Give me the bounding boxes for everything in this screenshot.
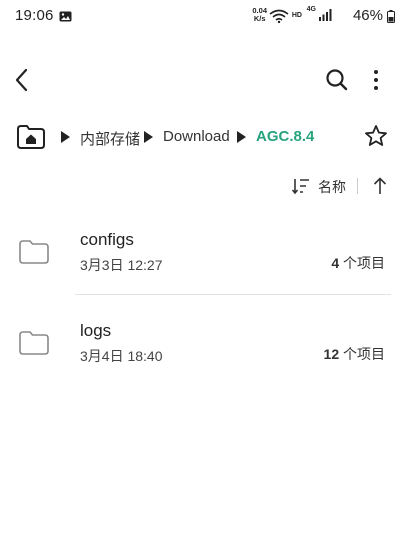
status-time: 19:06 bbox=[15, 7, 54, 24]
gallery-icon bbox=[59, 9, 72, 26]
breadcrumb-item-current[interactable]: AGC.8.4 bbox=[256, 128, 314, 145]
net-speed: 0.04 K/s bbox=[252, 7, 267, 23]
status-bar: 19:06 0.04 K/s HD 4G 46% bbox=[0, 0, 409, 32]
network-type: 4G bbox=[306, 6, 316, 13]
battery-level: 46% bbox=[352, 7, 383, 24]
hd-badge: HD bbox=[291, 12, 302, 19]
item-count-number: 4 bbox=[331, 255, 340, 271]
more-options-button[interactable] bbox=[366, 67, 386, 93]
sort-by-name-button[interactable]: 名称 bbox=[318, 177, 346, 197]
file-manager-screen: 19:06 0.04 K/s HD 4G 46% 内部存储 Download A… bbox=[0, 0, 409, 537]
search-button[interactable] bbox=[324, 67, 350, 93]
sort-direction-button[interactable] bbox=[372, 176, 388, 201]
list-item-logs[interactable]: logs 3月4日 18:40 12 个项目 bbox=[0, 313, 409, 381]
breadcrumb-separator-icon bbox=[61, 131, 70, 143]
item-count-suffix: 个项目 bbox=[339, 346, 385, 362]
sort-bar: 名称 bbox=[0, 172, 409, 200]
home-folder-icon[interactable] bbox=[16, 124, 46, 155]
file-name: configs bbox=[80, 230, 134, 249]
item-count-number: 12 bbox=[323, 346, 340, 362]
item-count: 4 个项目 bbox=[331, 253, 385, 273]
star-icon bbox=[365, 125, 387, 146]
item-count: 12 个项目 bbox=[324, 344, 385, 364]
breadcrumb: 内部存储 Download AGC.8.4 bbox=[14, 122, 394, 154]
arrow-up-icon bbox=[373, 177, 387, 194]
file-date: 3月3日 12:27 bbox=[80, 257, 163, 273]
chevron-left-icon bbox=[15, 68, 28, 92]
list-divider bbox=[75, 294, 391, 295]
folder-icon bbox=[18, 330, 50, 361]
file-name: logs bbox=[80, 321, 112, 340]
sort-divider bbox=[357, 178, 358, 194]
wifi-icon bbox=[269, 9, 289, 27]
file-date: 3月4日 18:40 bbox=[80, 348, 163, 364]
net-speed-unit: K/s bbox=[253, 14, 266, 23]
breadcrumb-separator-icon bbox=[237, 131, 246, 143]
breadcrumb-item-download[interactable]: Download bbox=[163, 128, 230, 145]
signal-icon bbox=[318, 8, 332, 26]
sort-icon[interactable] bbox=[291, 177, 311, 200]
breadcrumb-item-internal-storage[interactable]: 内部存储 bbox=[80, 128, 140, 149]
battery-icon bbox=[387, 10, 395, 27]
folder-icon bbox=[18, 239, 50, 270]
back-button[interactable] bbox=[12, 66, 36, 94]
item-count-suffix: 个项目 bbox=[339, 255, 385, 271]
list-item-configs[interactable]: configs 3月3日 12:27 4 个项目 bbox=[0, 222, 409, 290]
breadcrumb-separator-icon bbox=[144, 131, 153, 143]
favorite-button[interactable] bbox=[364, 124, 388, 148]
search-icon bbox=[326, 69, 348, 91]
more-vertical-icon bbox=[374, 70, 378, 90]
